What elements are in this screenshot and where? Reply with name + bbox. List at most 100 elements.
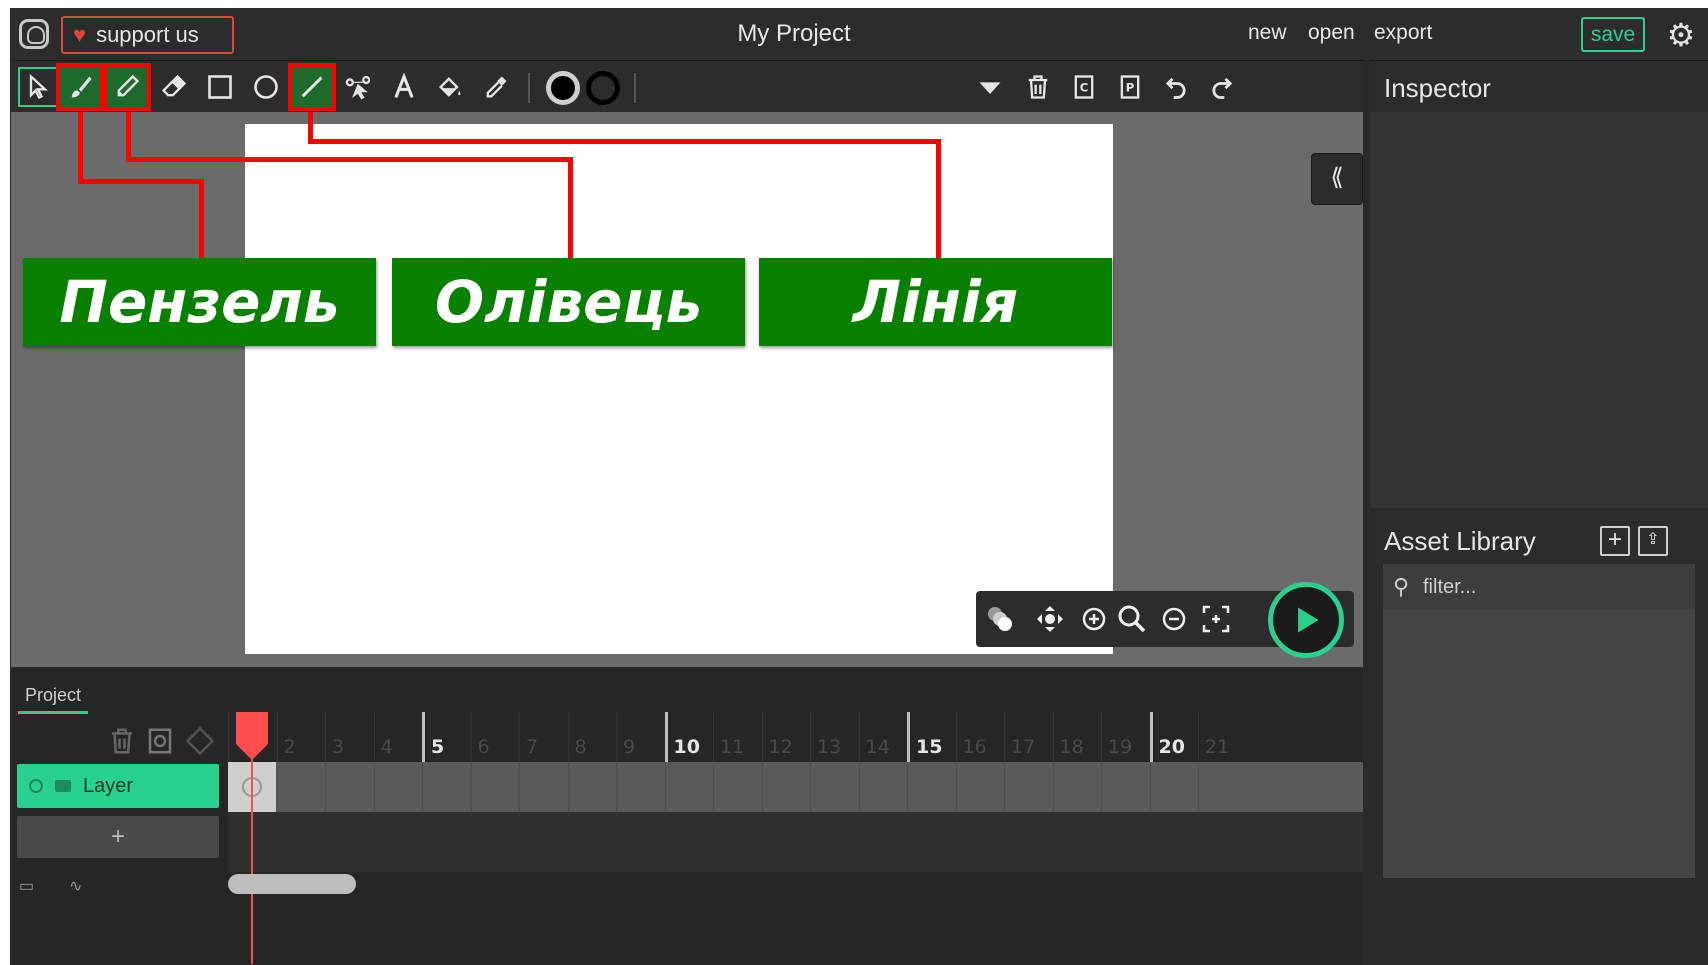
frame-cell[interactable] — [1101, 762, 1149, 812]
frame-number-20[interactable]: 20 — [1149, 712, 1199, 762]
frame-cell[interactable] — [1198, 762, 1246, 812]
timeline-scrollbar[interactable] — [228, 874, 356, 894]
frame-cell[interactable] — [470, 762, 519, 812]
frame-cell[interactable] — [616, 762, 664, 812]
frame-number-5[interactable]: 5 — [422, 712, 471, 762]
add-asset-icon[interactable]: + — [1600, 526, 1630, 556]
fit-to-screen-icon[interactable] — [1196, 599, 1236, 639]
frame-number-13[interactable]: 13 — [810, 712, 859, 762]
text-tool-button[interactable] — [384, 67, 424, 107]
rectangle-tool-button[interactable] — [200, 67, 240, 107]
export-button[interactable]: export — [1374, 21, 1432, 45]
collapse-panel-icon[interactable]: ⟪ — [1311, 153, 1363, 205]
eyedropper-tool-button[interactable] — [476, 67, 516, 107]
keyframe-diamond-icon[interactable] — [183, 724, 217, 758]
ellipse-tool-button[interactable] — [246, 67, 286, 107]
frame-size-icon[interactable]: ▭ — [19, 876, 34, 895]
canvas-stage[interactable] — [11, 112, 1363, 667]
frame-cell[interactable] — [373, 762, 422, 812]
paste-icon[interactable]: P — [1110, 67, 1150, 107]
eye-icon[interactable] — [29, 779, 43, 793]
frame-cell[interactable] — [810, 762, 858, 812]
frame-number-7[interactable]: 7 — [519, 712, 568, 762]
frame-number-14[interactable]: 14 — [858, 712, 908, 762]
copy-icon[interactable]: C — [1064, 67, 1104, 107]
zoom-out-icon[interactable] — [1154, 599, 1194, 639]
frame-number-10[interactable]: 10 — [664, 712, 714, 762]
frame-cell[interactable] — [325, 762, 373, 812]
frame-number-label: 21 — [1205, 736, 1230, 758]
frame-number-12[interactable]: 12 — [761, 712, 811, 762]
line-tool-button[interactable] — [288, 63, 336, 111]
line-callout-label: Лінія — [759, 258, 1112, 346]
select-tool-button[interactable] — [18, 67, 58, 107]
stroke-color-swatch[interactable] — [586, 71, 620, 105]
frame-number-21[interactable]: 21 — [1198, 712, 1247, 762]
frame-cell[interactable] — [858, 762, 907, 812]
frame-number-3[interactable]: 3 — [325, 712, 374, 762]
frame-number-label: 6 — [477, 736, 490, 758]
play-button[interactable] — [1268, 582, 1344, 658]
redo-icon[interactable] — [1202, 67, 1242, 107]
dropdown-caret-icon[interactable] — [970, 67, 1010, 107]
search-icon: ⚲ — [1393, 574, 1410, 599]
frame-row[interactable] — [228, 762, 1363, 812]
zoom-icon[interactable] — [1112, 599, 1152, 639]
frame-ruler[interactable]: 2 3 4 5 6 7 8 9 10 11 12 13 14 15 16 17 18 19 20 21 — [228, 712, 1363, 762]
timeline-panel: Project Layer + 2 3 4 5 6 7 8 9 10 11 12 13 14 15 16 17… — [11, 668, 1363, 965]
eraser-tool-button[interactable] — [154, 67, 194, 107]
frame-cell[interactable] — [1004, 762, 1052, 812]
undo-icon[interactable] — [1156, 67, 1196, 107]
frame-number-4[interactable]: 4 — [373, 712, 423, 762]
audio-wave-icon[interactable]: ∿ — [69, 876, 82, 895]
save-button[interactable]: save — [1581, 17, 1645, 52]
frame-cell[interactable] — [761, 762, 810, 812]
callout-connector — [199, 179, 204, 261]
frame-cell[interactable] — [276, 762, 325, 812]
frame-number-11[interactable]: 11 — [713, 712, 762, 762]
add-tween-icon[interactable] — [143, 724, 177, 758]
path-tool-button[interactable] — [338, 67, 378, 107]
frame-cell[interactable] — [422, 762, 470, 812]
frame-number-6[interactable]: 6 — [470, 712, 520, 762]
frame-cell[interactable] — [664, 762, 713, 812]
frame-number-17[interactable]: 17 — [1004, 712, 1053, 762]
frame-cell[interactable] — [567, 762, 616, 812]
layer-row[interactable]: Layer — [17, 764, 219, 808]
frame-number-19[interactable]: 19 — [1101, 712, 1150, 762]
export-asset-icon[interactable]: ⇪ — [1638, 526, 1668, 556]
open-button[interactable]: open — [1308, 21, 1355, 45]
frame-cell[interactable] — [1149, 762, 1198, 812]
delete-layer-icon[interactable] — [105, 724, 139, 758]
playhead-handle[interactable] — [236, 712, 268, 744]
frames-area[interactable]: 2 3 4 5 6 7 8 9 10 11 12 13 14 15 16 17 18 19 20 21 — [228, 712, 1363, 965]
frame-cell[interactable] — [713, 762, 761, 812]
asset-filter-input[interactable] — [1423, 570, 1683, 604]
fill-tool-button[interactable] — [430, 67, 470, 107]
lock-icon[interactable] — [55, 780, 71, 792]
frame-cell[interactable] — [955, 762, 1004, 812]
eyedropper-icon — [486, 76, 507, 98]
add-layer-button[interactable]: + — [17, 816, 219, 858]
pan-icon[interactable] — [1030, 599, 1070, 639]
brush-tool-button[interactable] — [56, 63, 104, 111]
pencil-tool-button[interactable] — [103, 63, 151, 111]
gear-icon[interactable]: ⚙ — [1664, 18, 1698, 52]
frame-number-2[interactable]: 2 — [276, 712, 326, 762]
frame-number-16[interactable]: 16 — [955, 712, 1005, 762]
zoom-in-icon[interactable] — [1074, 599, 1114, 639]
trash-icon[interactable] — [1018, 67, 1058, 107]
frame-cell[interactable] — [1052, 762, 1101, 812]
frame-number-9[interactable]: 9 — [616, 712, 665, 762]
new-button[interactable]: new — [1248, 21, 1287, 45]
frame-cell[interactable] — [907, 762, 955, 812]
frame-number-15[interactable]: 15 — [907, 712, 956, 762]
fill-color-swatch[interactable] — [546, 71, 580, 105]
frame-number-8[interactable]: 8 — [567, 712, 617, 762]
asset-library-title: Asset Library — [1384, 526, 1536, 556]
drawing-canvas[interactable] — [245, 124, 1113, 654]
frame-number-18[interactable]: 18 — [1052, 712, 1102, 762]
onion-skin-icon[interactable] — [980, 599, 1020, 639]
frame-cell[interactable] — [519, 762, 567, 812]
tab-project[interactable]: Project — [18, 676, 88, 714]
